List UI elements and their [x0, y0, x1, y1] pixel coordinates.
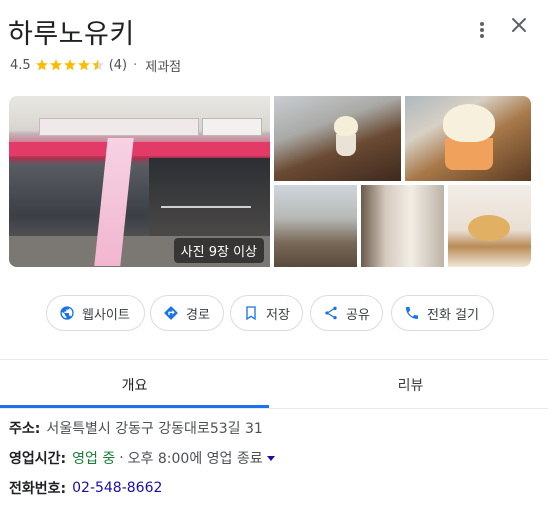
place-title: 하루노유키	[8, 19, 135, 50]
star-icon	[49, 59, 62, 71]
rating-value: 4.5	[10, 57, 31, 73]
chevron-down-icon[interactable]	[266, 455, 275, 461]
place-category: 제과점	[145, 59, 182, 75]
share-label: 공유	[346, 307, 370, 323]
star-icon	[35, 59, 48, 71]
phone-row: 전화번호: 02-548-8662	[9, 478, 162, 498]
star-icon	[77, 59, 90, 71]
website-label: 웹사이트	[82, 307, 130, 323]
hours-separator: ·	[119, 450, 124, 466]
phone-label: 전화번호:	[9, 481, 67, 497]
divider	[0, 408, 548, 409]
rating-row: 4.5 (4) · 제과점	[10, 55, 181, 75]
call-label: 전화 걸기	[427, 307, 479, 323]
photo-soft-serve[interactable]	[405, 96, 531, 181]
photo-storefront[interactable]: 사진 9장 이상	[9, 96, 270, 267]
photo-count-badge[interactable]: 사진 9장 이상	[173, 238, 264, 263]
open-status: 영업 중	[72, 451, 116, 467]
tab-overview[interactable]: 개요	[0, 362, 269, 408]
bookmark-icon	[246, 306, 256, 321]
star-half-icon	[91, 59, 104, 71]
hours-detail: 오후 8:00에 영업 종료	[127, 451, 263, 467]
call-button[interactable]: 전화 걸기	[391, 295, 494, 331]
save-button[interactable]: 저장	[230, 295, 303, 331]
dot-separator: ·	[133, 57, 138, 73]
divider	[0, 359, 548, 360]
tab-reviews[interactable]: 리뷰	[273, 362, 548, 408]
globe-icon	[60, 306, 74, 320]
star-icon	[63, 59, 76, 71]
phone-link[interactable]: 02-548-8662	[72, 480, 162, 496]
save-label: 저장	[266, 307, 290, 323]
hours-label: 영업시간:	[9, 451, 67, 467]
review-count[interactable]: (4)	[109, 58, 127, 73]
photo-display-case[interactable]	[274, 185, 357, 267]
address-value: 서울특별시 강동구 강동대로53길 31	[46, 421, 263, 437]
photo-dessert-table[interactable]	[274, 96, 401, 181]
photo-cake-poster[interactable]	[448, 185, 531, 267]
rating-stars	[35, 58, 105, 72]
hours-row: 영업시간: 영업 중 · 오후 8:00에 영업 종료	[9, 448, 275, 468]
directions-label: 경로	[186, 307, 210, 323]
address-label: 주소:	[9, 421, 41, 437]
close-icon[interactable]	[506, 12, 532, 38]
directions-button[interactable]: 경로	[150, 295, 224, 331]
photo-interior[interactable]	[361, 185, 444, 267]
phone-icon	[406, 307, 418, 319]
share-button[interactable]: 공유	[310, 295, 383, 331]
share-icon	[325, 306, 337, 320]
more-options-icon[interactable]	[470, 20, 494, 44]
directions-icon	[164, 306, 178, 320]
address-row: 주소: 서울특별시 강동구 강동대로53길 31	[9, 418, 263, 438]
website-button[interactable]: 웹사이트	[46, 295, 145, 331]
